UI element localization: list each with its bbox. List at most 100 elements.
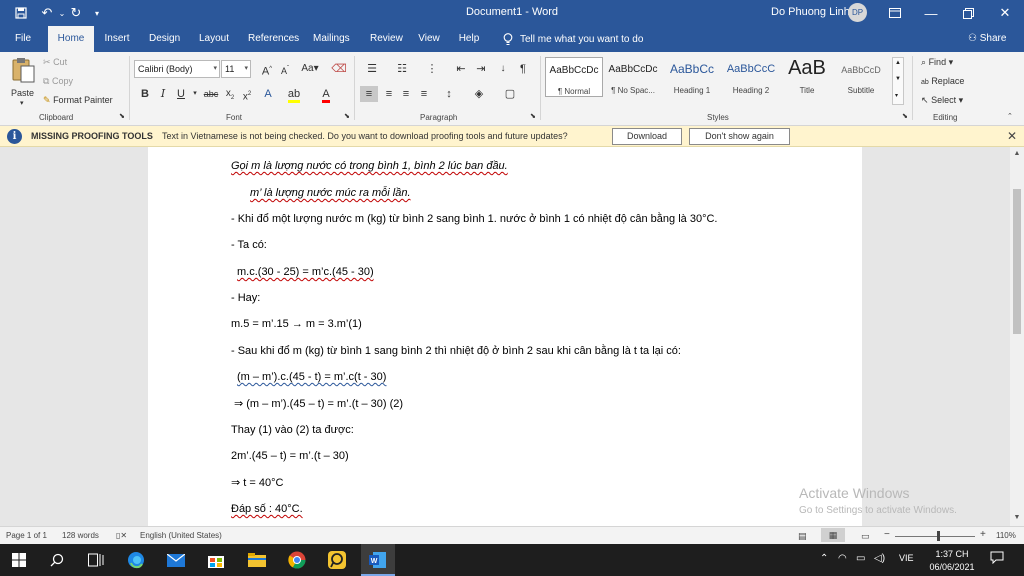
web-layout-icon[interactable]: ▭ (861, 531, 870, 542)
underline-dropdown-icon[interactable]: ▾ (187, 86, 203, 102)
clipboard-launcher-icon[interactable]: ⬊ (119, 112, 125, 120)
cut-button[interactable]: ✂ Cut (43, 57, 67, 68)
font-size-combo[interactable]: 11 ▾ (221, 60, 251, 78)
align-right-icon[interactable]: ≡ (397, 86, 415, 102)
style-heading-1[interactable]: AaBbCc Heading 1 (663, 57, 721, 97)
tab-insert[interactable]: Insert (100, 26, 134, 52)
ribbon-display-icon[interactable] (877, 0, 913, 26)
download-button[interactable]: Download (612, 128, 682, 145)
document-page[interactable]: Gọi m là lượng nước có trong bình 1, bìn… (148, 147, 862, 526)
tab-file[interactable]: File (9, 26, 37, 52)
share-button[interactable]: ⚇ Share (968, 33, 1006, 44)
pilcrow-icon[interactable]: ¶ (515, 61, 531, 77)
word-taskbar-button[interactable]: W (361, 544, 395, 576)
highlight-icon[interactable]: ab (286, 86, 302, 103)
align-center-icon[interactable]: ≡ (380, 86, 398, 102)
task-view-icon[interactable] (84, 548, 108, 572)
scroll-down-icon[interactable]: ▼ (1010, 514, 1024, 521)
grow-font-icon[interactable]: A^ (259, 61, 275, 78)
tab-layout[interactable]: Layout (195, 26, 233, 52)
increase-indent-icon[interactable]: ⇥ (473, 61, 489, 77)
windows-start-icon[interactable] (7, 548, 31, 572)
notifications-icon[interactable] (990, 551, 1004, 567)
scroll-up-icon[interactable]: ▲ (1010, 150, 1024, 157)
show-hidden-icons[interactable]: ⌃ (820, 553, 828, 564)
zoom-level[interactable]: 110% (996, 531, 1016, 540)
subscript-icon[interactable]: x2 (222, 86, 238, 102)
battery-icon[interactable]: ▭ (856, 553, 865, 564)
dont-show-again-button[interactable]: Don't show again (689, 128, 790, 145)
tab-references[interactable]: References (244, 26, 299, 52)
replace-button[interactable]: ab Replace (921, 76, 964, 86)
print-layout-icon[interactable]: ▦ (821, 528, 845, 542)
select-button[interactable]: ↖ Select ▾ (921, 95, 963, 106)
shrink-font-icon[interactable]: Aˇ (277, 61, 293, 77)
clock-time[interactable]: 1:37 CH (924, 549, 980, 559)
line-spacing-icon[interactable]: ↕ (440, 86, 458, 102)
input-language[interactable]: VIE (899, 553, 914, 563)
close-icon[interactable]: ✕ (1007, 129, 1017, 143)
minimize-icon[interactable]: — (913, 0, 949, 26)
scrollbar-thumb[interactable] (1013, 189, 1021, 334)
file-explorer-icon[interactable] (245, 548, 269, 572)
borders-icon[interactable]: ▢ (501, 86, 519, 102)
collapse-ribbon-icon[interactable]: ⌃ (1007, 112, 1013, 120)
font-launcher-icon[interactable]: ⬊ (344, 112, 350, 120)
strikethrough-icon[interactable]: abc (203, 86, 219, 102)
user-name[interactable]: Do Phuong Linh (771, 6, 850, 18)
tell-me-search[interactable]: Tell me what you want to do (503, 33, 643, 46)
close-icon[interactable]: ✕ (987, 0, 1023, 26)
format-painter-button[interactable]: ✎ Format Painter (43, 95, 113, 106)
tab-mailings[interactable]: Mailings (309, 26, 353, 52)
text-effects-icon[interactable]: A (260, 86, 276, 102)
style-title[interactable]: AaB Title (778, 57, 836, 97)
page-count[interactable]: Page 1 of 1 (6, 531, 47, 540)
font-color-icon[interactable]: A (318, 86, 334, 103)
multilevel-list-icon[interactable]: ⋮ (422, 61, 442, 77)
word-count[interactable]: 128 words (62, 531, 99, 540)
style-subtitle[interactable]: AaBbCcD Subtitle (832, 57, 890, 97)
style-no-spacing[interactable]: AaBbCcDc ¶ No Spac... (604, 57, 662, 97)
tab-home[interactable]: Home (48, 26, 94, 52)
tab-review[interactable]: Review (366, 26, 403, 52)
store-icon[interactable] (204, 548, 228, 572)
styles-scroll[interactable]: ▲ ▼ ▾ (892, 57, 904, 105)
shading-icon[interactable]: ◈ (470, 86, 488, 102)
tab-help[interactable]: Help (454, 26, 484, 52)
style-heading-2[interactable]: AaBbCcC Heading 2 (722, 57, 780, 97)
vertical-scrollbar[interactable]: ▲ ▼ (1010, 147, 1024, 526)
zoom-out-icon[interactable]: − (884, 529, 890, 540)
mail-icon[interactable] (164, 548, 188, 572)
read-mode-icon[interactable]: ▤ (798, 531, 807, 542)
network-icon[interactable]: ◠ (838, 553, 847, 564)
restore-icon[interactable] (950, 0, 986, 26)
zoom-in-icon[interactable]: + (980, 529, 986, 540)
numbering-icon[interactable]: ☷ (392, 61, 412, 77)
sort-icon[interactable]: ↓ (495, 61, 511, 77)
proofing-icon[interactable]: ▯✕ (116, 531, 127, 540)
styles-launcher-icon[interactable]: ⬊ (902, 112, 908, 120)
bullets-icon[interactable]: ☰ (362, 61, 382, 77)
chrome-icon[interactable] (285, 548, 309, 572)
tab-view[interactable]: View (414, 26, 444, 52)
decrease-indent-icon[interactable]: ⇤ (453, 61, 469, 77)
change-case-icon[interactable]: Aa▾ (299, 61, 321, 77)
style-normal[interactable]: AaBbCcDc ¶ Normal (545, 57, 603, 97)
language-status[interactable]: English (United States) (140, 531, 222, 540)
superscript-icon[interactable]: x2 (239, 86, 255, 102)
find-button[interactable]: ⌕ Find ▾ (921, 57, 953, 68)
align-left-icon[interactable]: ≡ (360, 86, 378, 102)
clock-date[interactable]: 06/06/2021 (924, 562, 980, 572)
italic-icon[interactable]: I (155, 86, 171, 102)
chat-app-icon[interactable] (325, 548, 349, 572)
clear-formatting-icon[interactable]: ⌫ (331, 61, 347, 77)
justify-icon[interactable]: ≡ (415, 86, 433, 102)
avatar[interactable]: DP (848, 3, 867, 22)
search-icon[interactable] (45, 548, 69, 572)
edge-browser-icon[interactable] (124, 548, 148, 572)
tab-design[interactable]: Design (145, 26, 183, 52)
font-name-combo[interactable]: Calibri (Body) ▾ (134, 60, 220, 78)
bold-icon[interactable]: B (137, 86, 153, 102)
paragraph-launcher-icon[interactable]: ⬊ (530, 112, 536, 120)
zoom-slider[interactable] (895, 536, 975, 537)
